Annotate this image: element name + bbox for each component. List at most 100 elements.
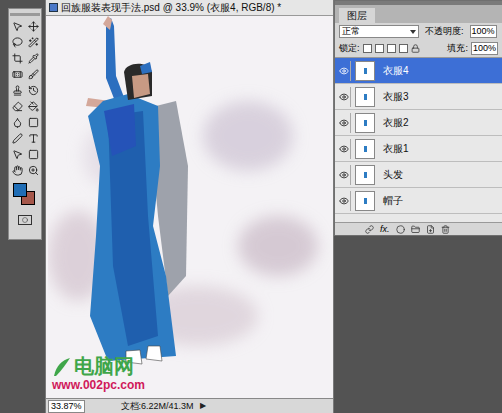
tool-icon [12,165,23,176]
quick-mask-button[interactable] [18,215,32,225]
tool-button[interactable] [10,35,24,49]
tool-icon [28,117,39,128]
tool-icon [12,133,23,144]
visibility-toggle[interactable] [337,61,351,81]
trash-icon[interactable] [441,225,450,234]
layer-name: 衣服1 [383,143,409,155]
layer-name: 帽子 [383,195,403,207]
tool-icon [12,21,23,32]
layer-thumbnail [355,139,375,159]
opacity-field[interactable]: 100% [470,25,497,38]
layer-row[interactable]: 头发 [335,162,502,188]
layers-tab[interactable]: 图层 [339,8,375,23]
visibility-toggle[interactable] [337,113,351,133]
tool-button[interactable] [10,51,24,65]
layer-name: 衣服2 [383,117,409,129]
zoom-field[interactable]: 33.87% [48,400,85,413]
tool-button[interactable] [26,131,40,145]
lock-icon[interactable] [411,44,420,53]
visibility-toggle[interactable] [337,191,351,211]
tool-icon [28,37,39,48]
canvas-area[interactable]: 电脑网www.002pc.com [46,16,333,398]
lock-option[interactable] [399,44,408,53]
tool-button[interactable] [10,19,24,33]
dropdown-arrow-icon [410,30,416,34]
layer-thumbnail [355,165,375,185]
layers-panel: 图层正常不透明度: 100% 锁定: 填充:100% 衣服4 衣服3 衣服2 衣服1 头发帽子 f… [334,0,502,236]
tool-button[interactable] [26,163,40,177]
new-layer-icon[interactable] [426,225,435,234]
tool-icon [12,37,23,48]
layer-name: 衣服3 [383,91,409,103]
visibility-toggle[interactable] [337,87,351,107]
layer-thumbnail [355,87,375,107]
visibility-toggle[interactable] [337,165,351,185]
fill-label: 填充: [447,43,468,54]
tool-button[interactable] [10,131,24,145]
tool-button[interactable] [26,19,40,33]
tool-button[interactable] [26,67,40,81]
link-icon[interactable] [365,225,374,234]
document-title: 回族服装表现手法.psd @ 33.9% (衣服4, RGB/8) * [61,2,281,14]
layer-thumbnail [355,61,375,81]
lock-option[interactable] [363,44,372,53]
tool-button[interactable] [10,147,24,161]
eye-icon [339,92,349,102]
tool-button[interactable] [10,115,24,129]
document-icon [49,3,58,12]
tool-icon [28,101,39,112]
blend-mode-select[interactable]: 正常 [339,25,419,38]
eye-icon [339,66,349,76]
folder-icon[interactable] [411,225,420,234]
tool-button[interactable] [26,147,40,161]
painting [48,16,332,398]
mask-icon[interactable] [396,225,405,234]
tool-button[interactable] [26,83,40,97]
tool-icon [28,21,39,32]
tool-icon [12,149,23,160]
eye-icon [339,196,349,206]
tool-button[interactable] [10,99,24,113]
layers-footer: fx. [335,222,502,235]
lock-label: 锁定: [339,43,360,54]
tool-icon [12,101,23,112]
tool-button[interactable] [10,163,24,177]
layer-row[interactable]: 帽子 [335,188,502,214]
tool-icon [28,85,39,96]
lock-option[interactable] [387,44,396,53]
foreground-swatch[interactable] [13,183,27,197]
tool-button[interactable] [26,99,40,113]
layer-row[interactable]: 衣服2 [335,110,502,136]
tool-icon [28,133,39,144]
toolbar-grip[interactable] [10,13,40,16]
lock-option[interactable] [375,44,384,53]
watermark-site: 电脑网 [74,354,134,378]
photoshop-workspace: 回族服装表现手法.psd @ 33.9% (衣服4, RGB/8) * 电脑网ww… [0,0,502,413]
status-arrow[interactable]: ▶ [200,401,206,411]
toolbar [8,8,42,240]
layer-row[interactable]: 衣服1 [335,136,502,162]
opacity-label: 不透明度: [425,26,464,37]
tool-button[interactable] [10,83,24,97]
visibility-toggle[interactable] [337,139,351,159]
layer-thumbnail [355,191,375,211]
fill-field[interactable]: 100% [471,42,498,55]
eye-icon [339,118,349,128]
tool-button[interactable] [26,51,40,65]
layer-name: 衣服4 [383,65,409,77]
layer-row[interactable]: 衣服4 [335,58,502,84]
eye-icon [339,170,349,180]
watermark-url: www.002pc.com [52,378,145,392]
tool-icon [28,69,39,80]
tool-icon [12,85,23,96]
layer-name: 头发 [383,169,403,181]
title-bar[interactable]: 回族服装表现手法.psd @ 33.9% (衣服4, RGB/8) * [46,0,333,16]
tool-button[interactable] [26,115,40,129]
tool-button[interactable] [26,35,40,49]
tool-icon [28,149,39,160]
fx-button[interactable]: fx. [380,224,390,235]
tool-button[interactable] [10,67,24,81]
color-swatches [11,183,39,207]
layer-row[interactable]: 衣服3 [335,84,502,110]
mask-icon [22,217,28,223]
